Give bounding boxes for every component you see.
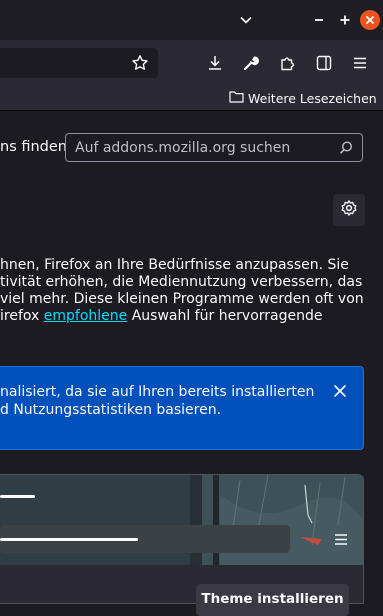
- close-icon[interactable]: [331, 382, 349, 400]
- intro-line: hnen, Firefox an Ihre Bedürfnisse anzupa…: [0, 257, 349, 273]
- notice-line: nalisiert, da sie auf Ihren bereits inst…: [0, 384, 315, 400]
- bookmark-star-icon[interactable]: [129, 52, 151, 74]
- tab-list-chevron-icon[interactable]: [234, 8, 258, 32]
- intro-text-fragment: irefox: [0, 308, 44, 324]
- theme-preview-image: [0, 475, 363, 565]
- install-theme-button[interactable]: Theme installieren: [196, 584, 349, 616]
- sidebar-icon[interactable]: [313, 52, 335, 74]
- intro-text-fragment: Auswahl für hervorragende: [127, 308, 323, 324]
- intro-line: viel mehr. Diese kleinen Programme werde…: [0, 291, 364, 307]
- folder-icon: [229, 90, 244, 106]
- folder-label: Weitere Lesezeichen: [248, 90, 377, 106]
- intro-line: irefox empfohlene Auswahl für hervorrage…: [0, 308, 372, 325]
- intro-text: hnen, Firefox an Ihre Bedürfnisse anzupa…: [0, 257, 372, 325]
- addons-search-box[interactable]: [65, 133, 363, 162]
- minimize-icon[interactable]: [307, 8, 331, 32]
- notice-line: d Nutzungsstatistiken basieren.: [0, 402, 222, 418]
- search-label: ns finden: [0, 139, 67, 155]
- menu-hamburger-icon[interactable]: [349, 52, 371, 74]
- intro-line: tivität erhöhen, die Mediennutzung verbe…: [0, 274, 363, 290]
- search-icon[interactable]: [338, 140, 354, 156]
- gear-icon: [340, 199, 358, 221]
- tools-gear-button[interactable]: [333, 194, 365, 226]
- downloads-icon[interactable]: [204, 52, 226, 74]
- close-window-icon[interactable]: [358, 8, 382, 32]
- maximize-icon[interactable]: [333, 8, 357, 32]
- recommended-link[interactable]: empfohlene: [44, 308, 128, 324]
- wrench-icon[interactable]: [240, 52, 262, 74]
- extensions-puzzle-icon[interactable]: [277, 52, 299, 74]
- other-bookmarks-folder[interactable]: Weitere Lesezeichen: [229, 89, 377, 107]
- addons-search-input[interactable]: [75, 138, 325, 158]
- personalized-recommendations-notice: nalisiert, da sie auf Ihren bereits inst…: [0, 366, 364, 450]
